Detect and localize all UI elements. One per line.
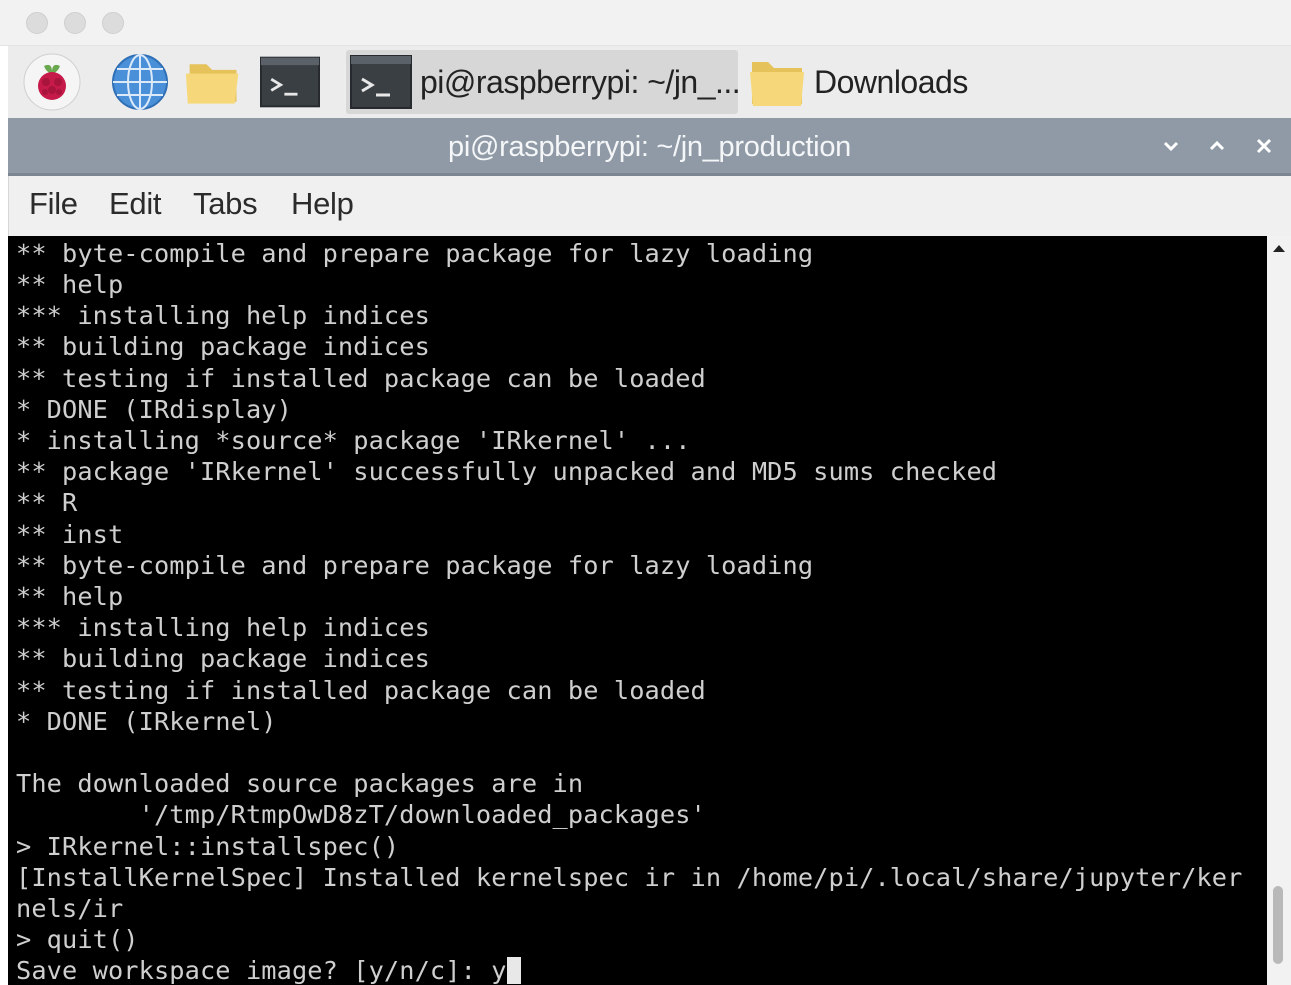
terminal-line: *** installing help indices <box>16 613 430 642</box>
terminal-line: '/tmp/RtmpOwD8zT/downloaded_packages' <box>16 800 706 829</box>
terminal-line: * installing *source* package 'IRkernel'… <box>16 426 691 455</box>
scroll-up-icon[interactable] <box>1271 242 1287 254</box>
scroll-thumb[interactable] <box>1273 886 1283 964</box>
window-titlebar[interactable]: pi@raspberrypi: ~/jn_production <box>8 118 1291 176</box>
terminal-task-icon <box>350 55 412 109</box>
terminal-prompt-text: Save workspace image? [y/n/c]: y <box>16 956 507 985</box>
folder-icon <box>748 56 806 108</box>
file-manager-icon[interactable] <box>184 52 244 112</box>
minimize-button[interactable] <box>1156 131 1186 161</box>
menu-file[interactable]: File <box>29 186 78 222</box>
terminal-line: ** R <box>16 488 78 517</box>
terminal-scrollbar[interactable] <box>1267 236 1291 985</box>
terminal-output[interactable]: ** byte-compile and prepare package for … <box>8 236 1267 985</box>
terminal-line: * DONE (IRkernel) <box>16 707 277 736</box>
zoom-dot-icon[interactable] <box>102 12 124 34</box>
close-icon <box>1256 138 1272 154</box>
maximize-button[interactable] <box>1202 131 1232 161</box>
menu-bar: File Edit Tabs Help <box>8 176 1291 236</box>
terminal-line: ** inst <box>16 520 124 549</box>
terminal-line: ** byte-compile and prepare package for … <box>16 551 814 580</box>
raspberry-menu-icon[interactable] <box>22 52 82 112</box>
terminal-line: ** building package indices <box>16 644 430 673</box>
terminal-launcher-icon[interactable] <box>260 52 320 112</box>
menu-edit[interactable]: Edit <box>109 186 162 222</box>
terminal-line: * DONE (IRdisplay) <box>16 395 292 424</box>
terminal-line: > quit() <box>16 925 139 954</box>
chevron-down-icon <box>1163 141 1179 152</box>
window-title: pi@raspberrypi: ~/jn_production <box>447 131 851 163</box>
taskbar: pi@raspberrypi: ~/jn_... Downloads <box>8 46 1291 118</box>
terminal-line: ** byte-compile and prepare package for … <box>16 239 814 268</box>
taskbar-task-terminal-label: pi@raspberrypi: ~/jn_... <box>420 63 738 100</box>
terminal-line: ** package 'IRkernel' successfully unpac… <box>16 457 998 486</box>
close-dot-icon[interactable] <box>26 12 48 34</box>
taskbar-task-terminal[interactable]: pi@raspberrypi: ~/jn_... <box>346 50 738 114</box>
terminal-line: nels/ir <box>16 894 124 923</box>
menu-help[interactable]: Help <box>291 186 354 222</box>
chevron-up-icon <box>1209 140 1225 151</box>
terminal-line: ** help <box>16 582 124 611</box>
terminal-line: ** building package indices <box>16 332 430 361</box>
taskbar-task-downloads[interactable]: Downloads <box>744 50 1128 114</box>
terminal-line: [InstallKernelSpec] Installed kernelspec… <box>16 863 1243 892</box>
terminal-line: ** testing if installed package can be l… <box>16 364 706 393</box>
terminal-line: *** installing help indices <box>16 301 430 330</box>
minimize-dot-icon[interactable] <box>64 12 86 34</box>
taskbar-task-downloads-label: Downloads <box>814 63 968 100</box>
web-browser-icon[interactable] <box>110 52 170 112</box>
menu-tabs[interactable]: Tabs <box>193 186 258 222</box>
terminal-line: The downloaded source packages are in <box>16 769 584 798</box>
close-button[interactable] <box>1249 131 1279 161</box>
window-chrome <box>0 0 1291 46</box>
text-cursor <box>506 957 521 984</box>
terminal-line: ** help <box>16 270 124 299</box>
terminal-line: ** testing if installed package can be l… <box>16 676 706 705</box>
terminal-line: > IRkernel::installspec() <box>16 832 400 861</box>
terminal-prompt-line[interactable]: Save workspace image? [y/n/c]: y <box>16 955 521 985</box>
